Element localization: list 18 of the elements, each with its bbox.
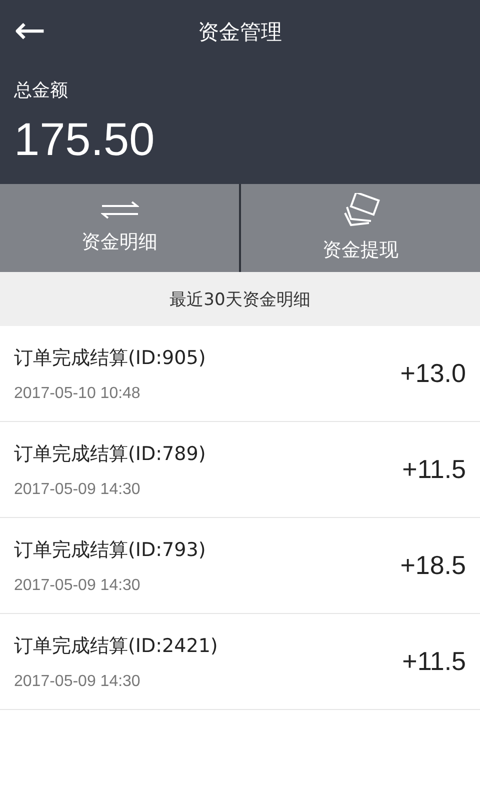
transfer-icon [100,201,138,219]
record-title: 订单完成结算(ID:905) [14,346,206,370]
record-amount: +11.5 [402,646,466,677]
back-button[interactable]: ← [10,8,50,52]
record-time: 2017-05-10 10:48 [14,384,142,402]
record-time: 2017-05-09 14:30 [14,672,142,690]
record-title: 订单完成结算(ID:793) [14,538,206,562]
record-time: 2017-05-09 14:30 [14,576,142,594]
record-title: 订单完成结算(ID:789) [14,442,206,466]
record-amount: +18.5 [400,550,466,581]
record-title: 订单完成结算(ID:2421) [14,634,218,658]
section-title: 最近30天资金明细 [0,272,480,326]
record-amount: +11.5 [402,454,466,485]
balance-amount: 175.50 [13,112,156,166]
page-title: 资金管理 [198,19,282,46]
balance-label: 总金额 [13,79,69,102]
record-amount: +13.0 [400,358,466,389]
record-time: 2017-05-09 14:30 [14,480,142,498]
